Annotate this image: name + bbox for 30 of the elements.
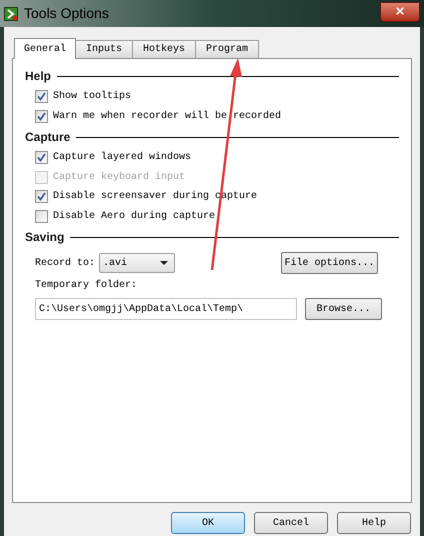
field-label: Temporary folder: — [35, 278, 138, 293]
caret-icon — [160, 261, 168, 265]
app-icon — [4, 6, 18, 20]
section-heading: Help — [25, 68, 52, 85]
window-title: Tools Options — [24, 4, 109, 23]
file-options-button[interactable]: File options... — [281, 252, 378, 274]
checkbox-label: Capture keyboard input — [53, 170, 186, 185]
field-label: Record to: — [35, 256, 96, 270]
close-button[interactable]: × — [380, 2, 420, 22]
checkbox[interactable] — [35, 151, 48, 164]
checkbox[interactable] — [35, 190, 48, 204]
dialog-button[interactable]: Cancel — [254, 512, 328, 534]
tab[interactable]: General — [14, 38, 76, 59]
checkbox[interactable] — [35, 210, 48, 223]
checkbox[interactable] — [35, 90, 48, 104]
section-heading: Saving — [25, 229, 66, 246]
tab[interactable]: Inputs — [75, 40, 134, 58]
checkbox-label: Show tooltips — [53, 90, 132, 104]
checkbox-label: Capture layered windows — [53, 150, 192, 166]
checkbox-label: Disable Aero during capture — [53, 210, 216, 224]
browse-button[interactable]: Browse... — [305, 298, 382, 320]
checkbox[interactable] — [35, 110, 48, 123]
format-dropdown[interactable]: .avi — [99, 253, 176, 273]
dialog-button[interactable]: OK — [171, 512, 245, 534]
checkbox-label: Warn me when recorder will be recorded — [53, 110, 282, 124]
tab[interactable]: Program — [195, 40, 260, 58]
folder-input-field[interactable]: C:\Users\omgjj\AppData\Local\Temp\ — [35, 298, 297, 320]
tab[interactable]: Hotkeys — [132, 40, 196, 58]
dialog-button[interactable]: Help — [337, 512, 411, 534]
section-heading: Capture — [25, 129, 72, 146]
